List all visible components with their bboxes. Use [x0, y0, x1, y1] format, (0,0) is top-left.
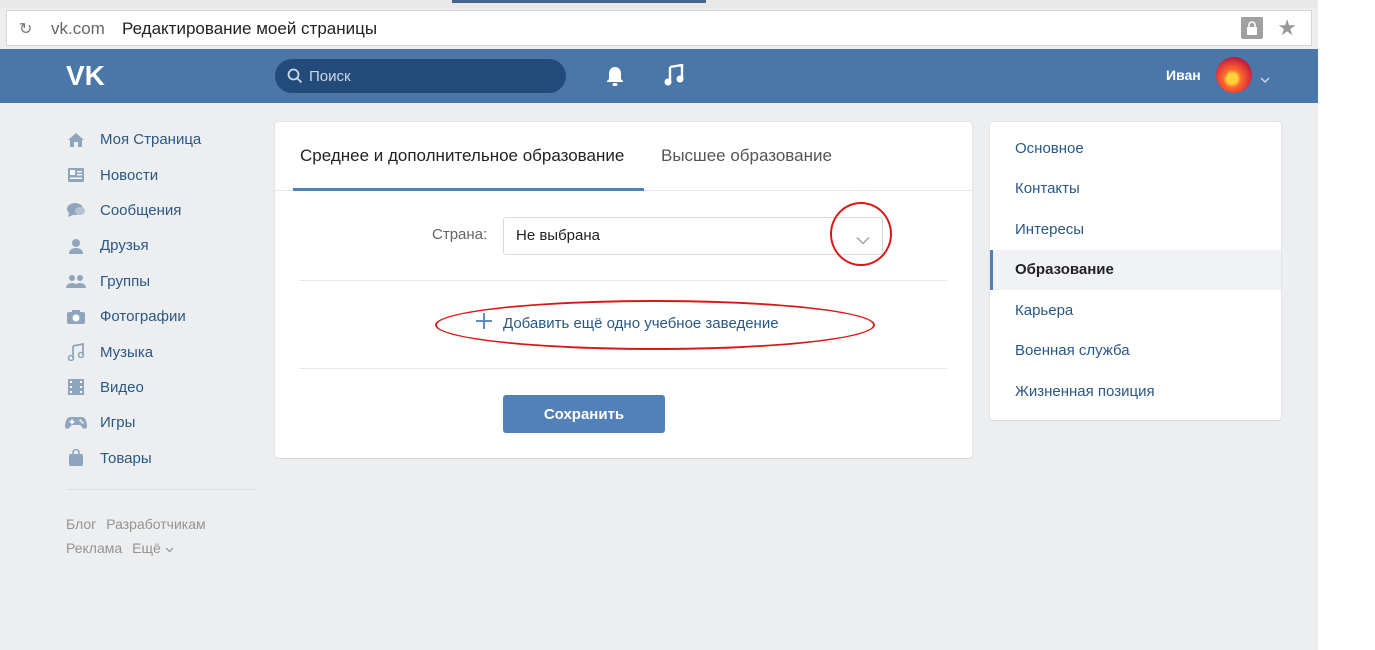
home-icon [64, 130, 88, 150]
nav-item-games[interactable]: Игры [62, 405, 262, 440]
footer-link-blog[interactable]: Блог [66, 516, 96, 532]
reload-icon[interactable]: ↻ [19, 19, 32, 39]
vk-settings-screen: ↻ vk.com Редактирование моей страницы ★ … [0, 0, 1318, 650]
menu-item-military[interactable]: Военная служба [990, 331, 1281, 371]
notifications-bell-icon[interactable] [604, 65, 626, 92]
browser-address-bar[interactable]: ↻ vk.com Редактирование моей страницы ★ [6, 10, 1312, 46]
page-title: Редактирование моей страницы [122, 19, 378, 38]
menu-item-career[interactable]: Карьера [990, 291, 1281, 331]
footer-link-ads[interactable]: Реклама [66, 540, 122, 556]
top-header: VK Иван [0, 49, 1318, 103]
bag-icon [64, 448, 88, 468]
footer-more-label: Ещё [132, 540, 161, 556]
nav-item-music[interactable]: Музыка [62, 334, 262, 369]
add-school-label: Добавить ещё одно учебное заведение [503, 314, 779, 332]
avatar[interactable] [1216, 57, 1252, 93]
messages-icon [64, 200, 88, 220]
plus-icon [475, 312, 493, 334]
bookmark-star-icon[interactable]: ★ [1277, 15, 1297, 41]
footer-link-developers[interactable]: Разработчикам [106, 516, 205, 532]
lock-icon[interactable] [1241, 17, 1263, 39]
country-select[interactable]: Не выбрана [503, 217, 883, 255]
menu-item-label: Образование [1015, 261, 1114, 278]
nav-item-video[interactable]: Видео [62, 370, 262, 405]
chevron-down-icon[interactable] [856, 232, 870, 250]
nav-label: Товары [100, 449, 152, 467]
video-icon [64, 377, 88, 397]
menu-item-label: Карьера [1015, 302, 1074, 319]
country-select-value: Не выбрана [516, 227, 600, 244]
search-input[interactable] [309, 67, 549, 85]
groups-icon [64, 271, 88, 291]
menu-item-contacts[interactable]: Контакты [990, 169, 1281, 209]
search-box[interactable] [275, 59, 566, 93]
friends-icon [64, 236, 88, 256]
menu-item-label: Контакты [1015, 180, 1080, 197]
menu-item-label: Военная служба [1015, 342, 1130, 359]
add-school-link[interactable]: Добавить ещё одно учебное заведение [475, 312, 779, 334]
menu-item-label: Основное [1015, 140, 1084, 157]
tab-secondary-education[interactable]: Среднее и дополнительное образование [300, 146, 624, 166]
active-browser-tab-indicator[interactable] [452, 0, 706, 3]
nav-item-photos[interactable]: Фотографии [62, 299, 262, 334]
tab-higher-education[interactable]: Высшее образование [661, 146, 832, 166]
active-tab-underline [293, 188, 644, 191]
games-icon [64, 413, 88, 433]
menu-item-label: Жизненная позиция [1015, 383, 1155, 400]
footer-link-more[interactable]: Ещё [132, 540, 174, 556]
chevron-down-icon[interactable] [1260, 71, 1270, 89]
menu-item-life-position[interactable]: Жизненная позиция [990, 372, 1281, 412]
nav-item-goods[interactable]: Товары [62, 441, 262, 476]
menu-item-basic[interactable]: Основное [990, 129, 1281, 169]
nav-label: Фотографии [100, 308, 186, 326]
nav-label: Музыка [100, 343, 154, 361]
user-name[interactable]: Иван [1166, 67, 1201, 83]
nav-divider [66, 489, 256, 490]
nav-label: Игры [100, 414, 136, 432]
menu-item-interests[interactable]: Интересы [990, 210, 1281, 250]
nav-label: Сообщения [100, 201, 182, 219]
camera-icon [64, 307, 88, 327]
nav-label: Друзья [100, 237, 149, 255]
left-navigation: Моя Страница Новости Сообщения Друзья Гр… [62, 122, 262, 476]
search-icon [287, 68, 303, 89]
music-icon [64, 342, 88, 362]
url-domain: vk.com [51, 19, 105, 38]
save-button[interactable]: Сохранить [503, 395, 665, 433]
country-label: Страна: [432, 226, 488, 243]
nav-item-groups[interactable]: Группы [62, 264, 262, 299]
settings-section-menu: Основное Контакты Интересы Образование К… [990, 122, 1281, 420]
education-tabs: Среднее и дополнительное образование Выс… [275, 122, 972, 191]
chevron-down-icon [165, 547, 174, 553]
divider [299, 280, 947, 281]
nav-item-friends[interactable]: Друзья [62, 228, 262, 263]
nav-label: Новости [100, 166, 159, 184]
music-player-icon[interactable] [664, 63, 684, 91]
nav-label: Моя Страница [100, 131, 202, 149]
news-icon [64, 165, 88, 185]
nav-item-news[interactable]: Новости [62, 157, 262, 192]
nav-item-my-page[interactable]: Моя Страница [62, 122, 262, 157]
vk-logo-icon[interactable]: VK [66, 59, 110, 96]
menu-item-education[interactable]: Образование [990, 250, 1281, 290]
nav-item-messages[interactable]: Сообщения [62, 193, 262, 228]
svg-text:VK: VK [66, 60, 105, 91]
menu-item-label: Интересы [1015, 221, 1085, 238]
footer-links: Блог Разработчикам Реклама Ещё [66, 512, 216, 560]
nav-label: Видео [100, 378, 144, 396]
education-edit-card: Среднее и дополнительное образование Выс… [275, 122, 972, 458]
nav-label: Группы [100, 272, 150, 290]
divider [299, 368, 947, 369]
